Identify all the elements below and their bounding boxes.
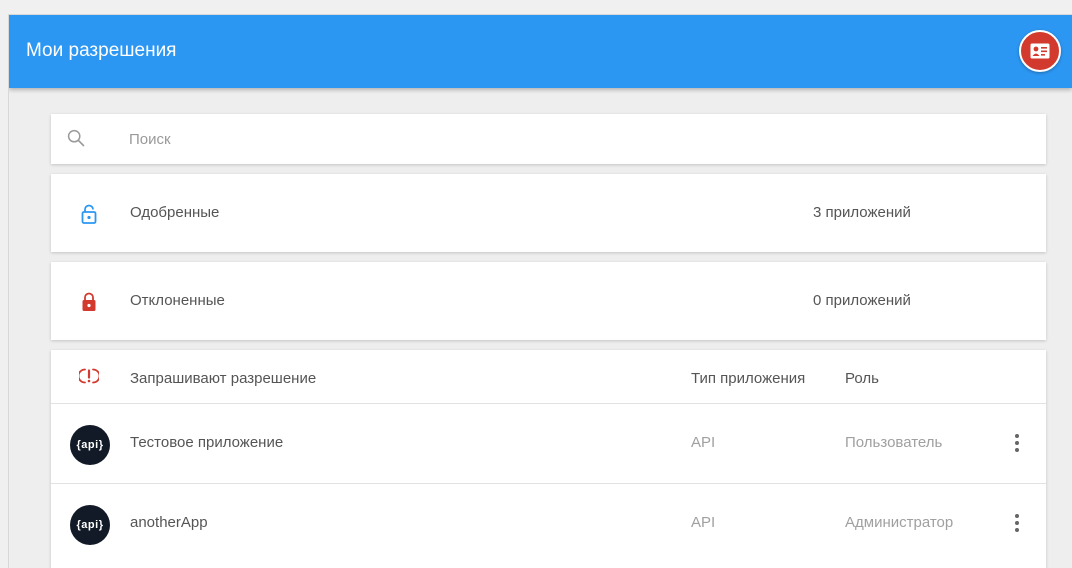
rejected-count: 0 приложений	[813, 292, 911, 309]
unlocked-icon	[81, 204, 97, 229]
table-row[interactable]: {api} anotherApp API Администратор	[51, 484, 1046, 564]
approved-count: 3 приложений	[813, 204, 911, 221]
app-type: API	[691, 514, 716, 531]
app-avatar: {api}	[70, 505, 110, 545]
column-header-type: Тип приложения	[691, 370, 806, 387]
search-icon	[67, 129, 85, 152]
app-name: Тестовое приложение	[130, 434, 284, 451]
more-vert-icon[interactable]	[1009, 430, 1025, 456]
search-input[interactable]	[129, 126, 1009, 152]
rejected-group[interactable]: Отклоненные 0 приложений	[51, 262, 1046, 340]
approved-label: Одобренные	[130, 204, 220, 221]
page-title: Мои разрешения	[26, 40, 177, 61]
app-avatar: {api}	[70, 425, 110, 465]
user-avatar-button[interactable]	[1019, 30, 1061, 72]
more-vert-icon[interactable]	[1009, 510, 1025, 536]
app-role: Администратор	[845, 514, 954, 531]
locked-icon	[81, 292, 97, 317]
app-window: Мои разрешения Поиск Одобренные 3 прилож…	[8, 14, 1072, 568]
column-header-name: Запрашивают разрешение	[130, 370, 317, 387]
column-header-role: Роль	[845, 370, 879, 387]
table-row[interactable]: {api} Тестовое приложение API Пользовате…	[51, 404, 1046, 484]
app-type: API	[691, 434, 716, 451]
table-header: Запрашивают разрешение Тип приложения Ро…	[51, 350, 1046, 404]
requests-table: Запрашивают разрешение Тип приложения Ро…	[51, 350, 1046, 568]
app-bar: Мои разрешения	[9, 15, 1072, 88]
contact-card-icon	[1030, 43, 1050, 59]
rejected-label: Отклоненные	[130, 292, 225, 309]
app-role: Пользователь	[845, 434, 943, 451]
app-name: anotherApp	[130, 514, 208, 531]
pending-request-icon	[77, 367, 101, 390]
search-bar	[51, 114, 1046, 164]
approved-group[interactable]: Одобренные 3 приложений	[51, 174, 1046, 252]
